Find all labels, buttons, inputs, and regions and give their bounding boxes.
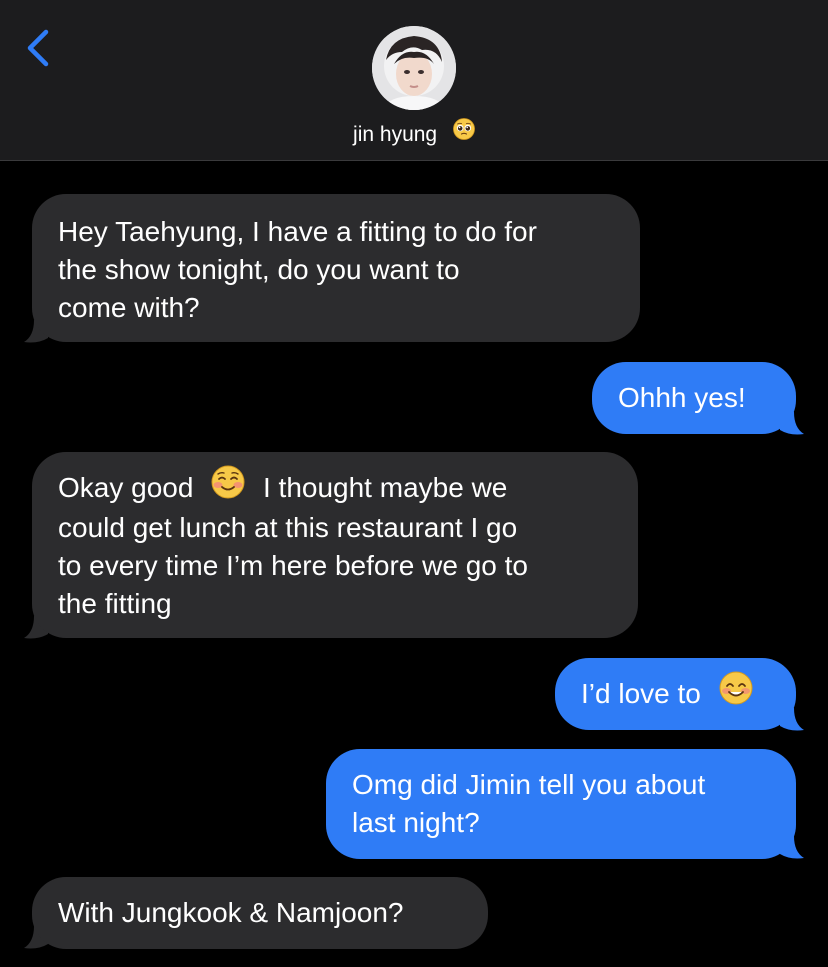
message-text: Okay good — [58, 472, 194, 503]
message-text: I thought maybe we — [262, 472, 508, 503]
message-bubble-outgoing[interactable]: Omg did Jimin tell you about last night? — [326, 749, 796, 859]
message-text: With Jungkook & Namjoon? — [58, 897, 404, 928]
avatar-photo — [372, 26, 456, 110]
message-text: Omg did Jimin tell you about — [352, 769, 706, 800]
message-text: could get lunch at this restaurant I go — [58, 511, 518, 543]
message-text: come with? — [58, 292, 200, 323]
chevron-left-icon — [27, 29, 49, 67]
message-text-line: I’d love to — [581, 671, 770, 715]
contact-name: jin hyung — [353, 123, 438, 146]
message-bubble-incoming[interactable]: Okay good I thought maybe we could get l… — [32, 452, 638, 638]
back-button[interactable] — [22, 26, 58, 70]
message-text-line: Okay good I thought maybe we — [58, 465, 612, 509]
message-text: I’d love to — [581, 678, 701, 709]
message-text: the fitting — [58, 587, 172, 619]
message-text: the show tonight, do you want to — [58, 254, 460, 285]
contact-name-row[interactable]: jin hyung — [0, 118, 828, 150]
pleading-face-emoji — [453, 118, 475, 149]
smiling-face-with-smiling-eyes-emoji — [719, 671, 753, 715]
message-text: last night? — [352, 807, 480, 838]
message-bubble-incoming[interactable]: With Jungkook & Namjoon? — [32, 877, 488, 949]
message-text: to every time I’m here before we go to — [58, 549, 528, 581]
contact-avatar[interactable] — [372, 26, 456, 110]
message-bubble-incoming[interactable]: Hey Taehyung, I have a fitting to do for… — [32, 194, 640, 342]
smiling-face-emoji — [211, 465, 245, 509]
message-bubble-outgoing[interactable]: I’d love to — [555, 658, 796, 730]
message-bubble-outgoing[interactable]: Ohhh yes! — [592, 362, 796, 434]
message-text: Ohhh yes! — [618, 382, 746, 413]
message-text: Hey Taehyung, I have a fitting to do for — [58, 216, 537, 247]
conversation-header: jin hyung — [0, 0, 828, 161]
